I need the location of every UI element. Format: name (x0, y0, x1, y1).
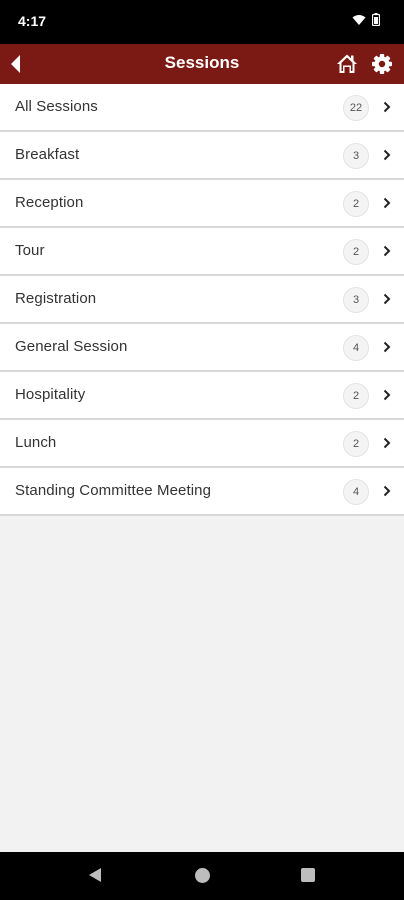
app-header: Sessions (0, 44, 404, 84)
session-label: Hospitality (15, 386, 86, 403)
session-row-breakfast[interactable]: Breakfast 3 (0, 132, 404, 180)
session-count-badge: 2 (343, 191, 369, 217)
nav-back-icon (89, 868, 101, 882)
session-list: All Sessions 22 Breakfast 3 Reception 2 … (0, 84, 404, 516)
session-row-standing-committee-meeting[interactable]: Standing Committee Meeting 4 (0, 468, 404, 516)
session-label: Breakfast (15, 146, 80, 163)
chevron-right-icon (383, 149, 391, 161)
session-count-badge: 4 (343, 479, 369, 505)
session-row-tour[interactable]: Tour 2 (0, 228, 404, 276)
nav-recents-button[interactable] (301, 868, 315, 882)
system-nav-bar (0, 852, 404, 900)
session-row-all-sessions[interactable]: All Sessions 22 (0, 84, 404, 132)
home-button[interactable] (336, 53, 358, 75)
session-row-reception[interactable]: Reception 2 (0, 180, 404, 228)
gear-icon (372, 54, 392, 74)
session-label: Tour (15, 242, 45, 259)
battery-icon (372, 13, 380, 26)
session-row-registration[interactable]: Registration 3 (0, 276, 404, 324)
session-count-badge: 3 (343, 287, 369, 313)
session-count-badge: 22 (343, 95, 369, 121)
home-icon (337, 54, 357, 73)
session-label: All Sessions (15, 98, 98, 115)
session-count-badge: 3 (343, 143, 369, 169)
session-label: Registration (15, 290, 97, 307)
status-time: 4:17 (18, 13, 47, 29)
session-label: Lunch (15, 434, 57, 451)
wifi-icon (352, 14, 366, 25)
session-label: Reception (15, 194, 84, 211)
session-count-badge: 2 (343, 239, 369, 265)
session-label: Standing Committee Meeting (15, 482, 212, 499)
chevron-right-icon (383, 437, 391, 449)
status-icons (352, 13, 380, 26)
session-row-hospitality[interactable]: Hospitality 2 (0, 372, 404, 420)
nav-home-button[interactable] (195, 868, 210, 883)
chevron-right-icon (383, 389, 391, 401)
chevron-right-icon (383, 341, 391, 353)
session-count-badge: 4 (343, 335, 369, 361)
nav-back-button[interactable] (88, 867, 102, 887)
chevron-right-icon (383, 197, 391, 209)
session-row-general-session[interactable]: General Session 4 (0, 324, 404, 372)
session-count-badge: 2 (343, 431, 369, 457)
session-count-badge: 2 (343, 383, 369, 409)
status-bar: 4:17 (0, 0, 404, 44)
chevron-right-icon (383, 245, 391, 257)
chevron-right-icon (383, 101, 391, 113)
chevron-right-icon (383, 293, 391, 305)
chevron-right-icon (383, 485, 391, 497)
settings-button[interactable] (371, 53, 393, 75)
session-row-lunch[interactable]: Lunch 2 (0, 420, 404, 468)
session-label: General Session (15, 338, 128, 355)
